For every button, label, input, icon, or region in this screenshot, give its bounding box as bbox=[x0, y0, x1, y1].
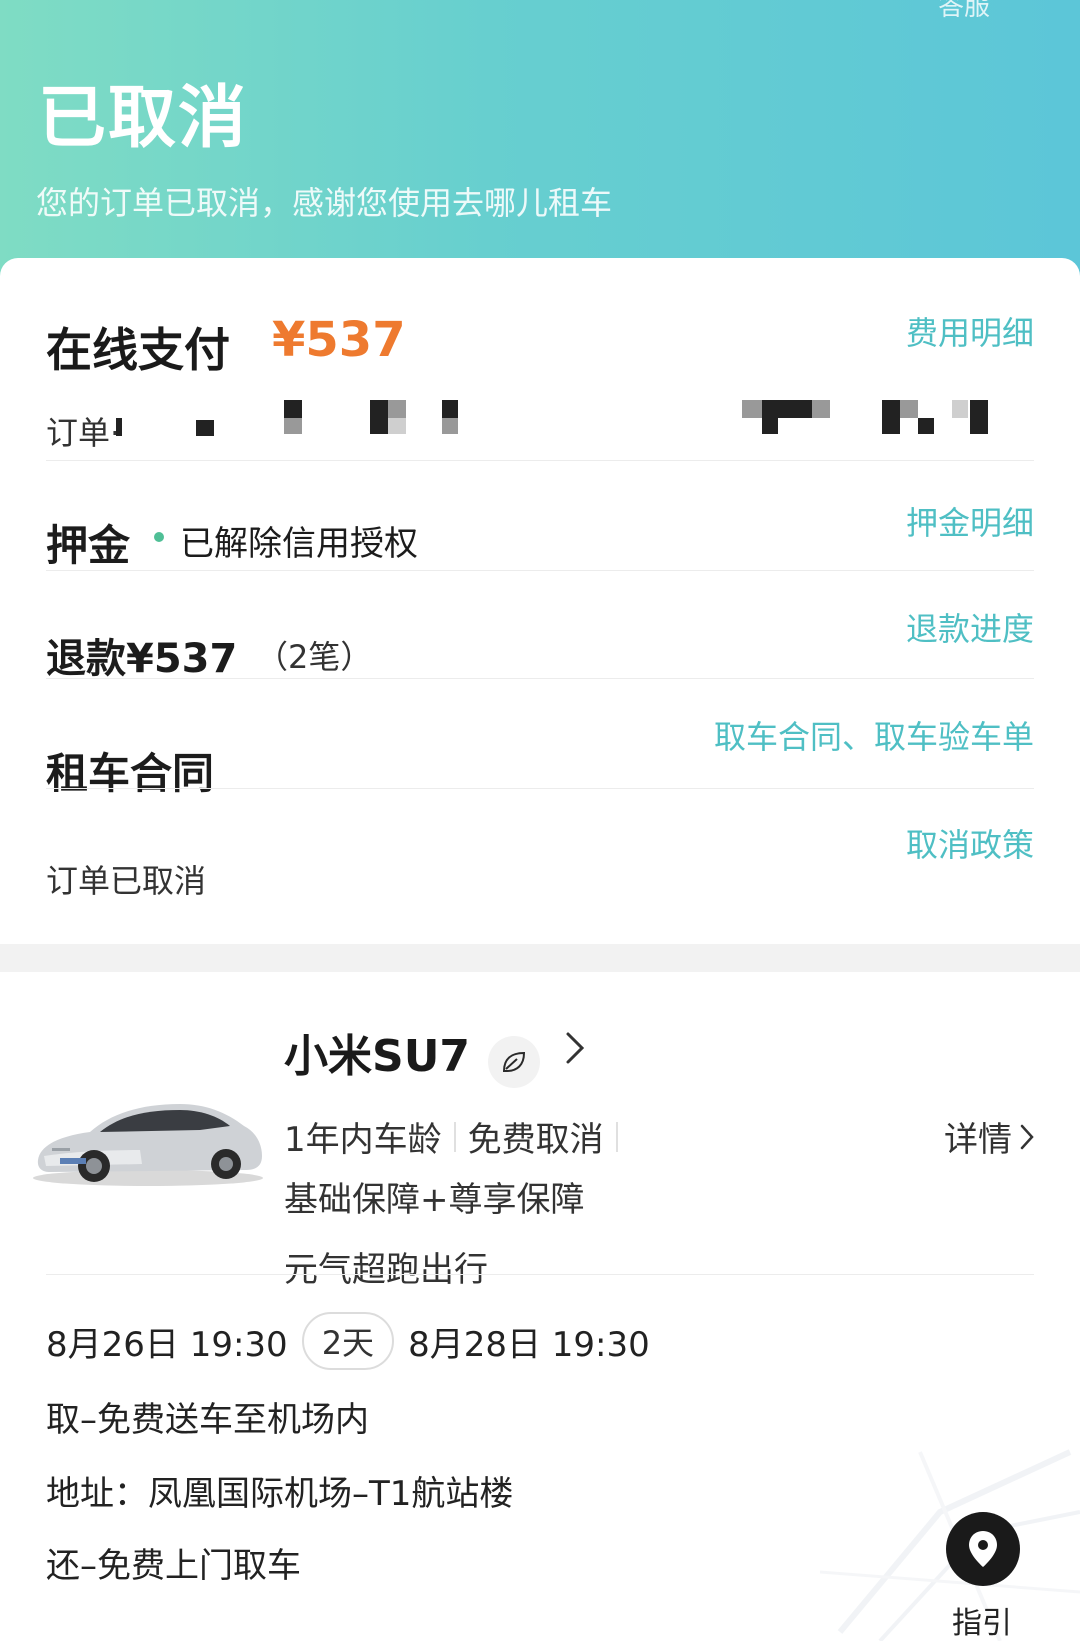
rental-period: 8月26日 19:30 2天 8月28日 19:30 bbox=[46, 1312, 650, 1370]
status-header: 答服 已取消 您的订单已取消，感谢您使用去哪儿租车 bbox=[0, 0, 1080, 300]
deposit-label: 押金 bbox=[46, 521, 131, 570]
chevron-right-icon[interactable] bbox=[560, 1028, 590, 1068]
car-name[interactable]: 小米SU7 bbox=[284, 1020, 470, 1084]
divider bbox=[46, 678, 1034, 679]
duration-badge: 2天 bbox=[301, 1312, 395, 1370]
car-tag: 1年内车龄 bbox=[284, 1120, 442, 1160]
status-dot bbox=[154, 532, 164, 542]
deposit-detail-link[interactable]: 押金明细 bbox=[906, 498, 1034, 544]
refund-count: （2笔） bbox=[256, 638, 373, 676]
chevron-right-icon bbox=[1020, 1124, 1034, 1149]
payment-amount: ¥537 bbox=[272, 312, 406, 368]
payment-label: 在线支付 bbox=[46, 323, 230, 377]
contract-label: 租车合同 bbox=[46, 749, 215, 798]
pickup-address: 地址：凤凰国际机场–T1航站楼 bbox=[46, 1474, 514, 1514]
fee-detail-link[interactable]: 费用明细 bbox=[906, 308, 1034, 354]
leaf-icon bbox=[488, 1036, 540, 1088]
car-slogan: 元气超跑出行 bbox=[284, 1250, 488, 1290]
divider bbox=[46, 788, 1034, 789]
location-pin-icon bbox=[969, 1531, 997, 1567]
protection-plan: 基础保障+尊享保障 bbox=[284, 1180, 585, 1220]
order-number-label: 订单· bbox=[46, 414, 121, 452]
car-rental-card: 小米SU7 1年内车龄 免费取消 详情 基础保障+尊享保障 元气超跑出行 8月2… bbox=[0, 972, 1080, 1641]
order-detail-page: 答服 已取消 您的订单已取消，感谢您使用去哪儿租车 在线支付 ¥537 费用明细… bbox=[0, 0, 1080, 1641]
guide-button[interactable] bbox=[946, 1512, 1020, 1586]
contract-links[interactable]: 取车合同、取车验车单 bbox=[714, 712, 1034, 758]
order-summary-card: 在线支付 ¥537 费用明细 订单· 押金 已解除信用授权 押金明细 退款¥53… bbox=[0, 258, 1080, 944]
refund-label: 退款¥537 bbox=[46, 636, 238, 682]
return-method: 还–免费上门取车 bbox=[46, 1546, 301, 1586]
pickup-method: 取–免费送车至机场内 bbox=[46, 1400, 369, 1440]
pickup-time: 8月26日 19:30 bbox=[46, 1324, 288, 1365]
divider bbox=[46, 460, 1034, 461]
divider bbox=[46, 1274, 1034, 1275]
details-label: 详情 bbox=[944, 1120, 1012, 1160]
car-details-link[interactable]: 详情 bbox=[944, 1112, 1036, 1161]
tag-separator bbox=[615, 1121, 618, 1152]
return-time: 8月28日 19:30 bbox=[408, 1324, 650, 1365]
divider bbox=[46, 570, 1034, 571]
tag-separator bbox=[453, 1121, 456, 1152]
status-title: 已取消 bbox=[38, 79, 249, 158]
cancel-policy-link[interactable]: 取消政策 bbox=[906, 820, 1034, 866]
header-corner-text[interactable]: 答服 bbox=[938, 0, 990, 23]
guide-label[interactable]: 指引 bbox=[952, 1598, 1012, 1641]
car-image bbox=[33, 1104, 263, 1186]
order-cancelled-label: 订单已取消 bbox=[46, 862, 207, 900]
map-background bbox=[820, 1449, 1080, 1641]
refund-progress-link[interactable]: 退款进度 bbox=[906, 604, 1034, 650]
status-subtitle: 您的订单已取消，感谢您使用去哪儿租车 bbox=[36, 184, 613, 222]
car-tags: 1年内车龄 免费取消 bbox=[284, 1112, 630, 1161]
car-tag: 免费取消 bbox=[467, 1120, 604, 1160]
deposit-status: 已解除信用授权 bbox=[180, 524, 418, 564]
